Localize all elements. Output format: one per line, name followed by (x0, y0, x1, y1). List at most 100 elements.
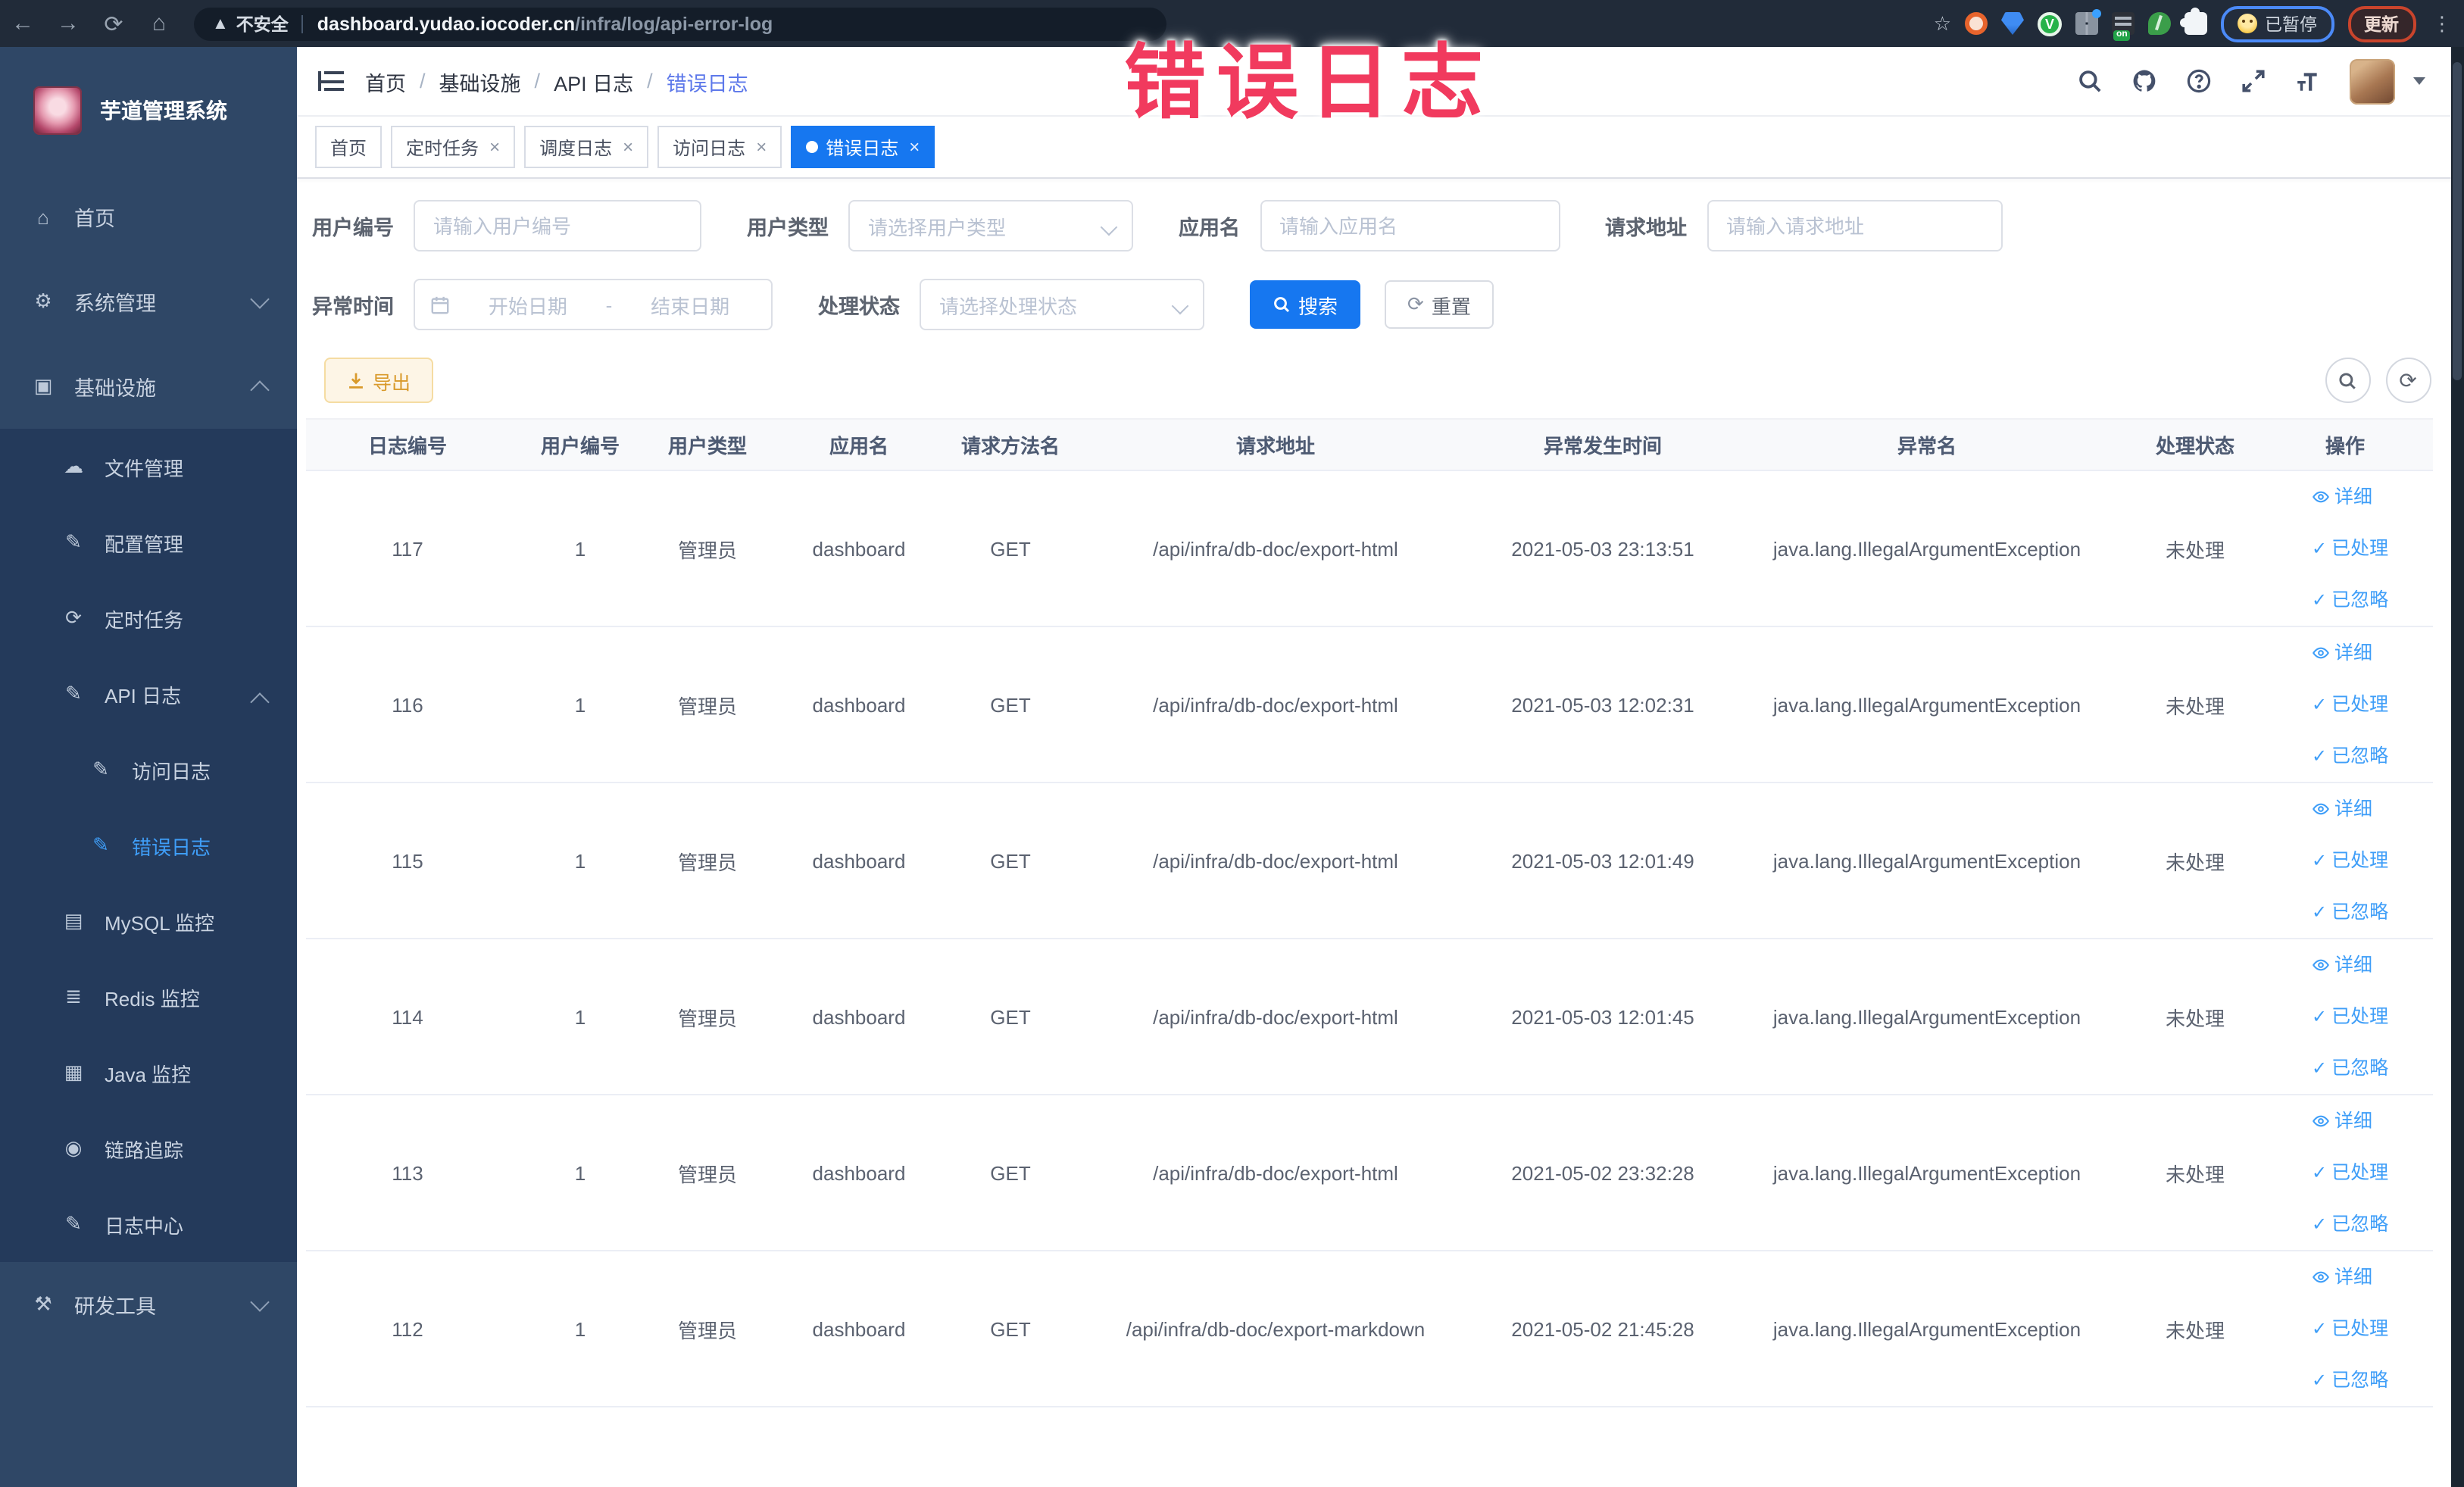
sidebar-item-api-log[interactable]: ✎ API 日志 (0, 656, 297, 732)
window-scrollbar[interactable] (2450, 47, 2464, 1487)
sidebar-item-mysql[interactable]: ▤ MySQL 监控 (0, 883, 297, 959)
export-button[interactable]: 导出 (324, 358, 434, 403)
extension-v-icon[interactable]: V (2038, 11, 2062, 36)
action-已处理[interactable]: ✓ 已处理 (2312, 523, 2433, 574)
sidebar-item-access-log[interactable]: ✎ 访问日志 (0, 732, 297, 808)
action-已忽略[interactable]: ✓ 已忽略 (2312, 730, 2433, 781)
refresh-table-button[interactable]: ⟳ (2385, 358, 2431, 403)
tab-定时任务[interactable]: 定时任务 × (391, 126, 516, 168)
action-已处理[interactable]: ✓ 已处理 (2312, 1147, 2433, 1198)
sidebar-item-tools[interactable]: ⚒ 研发工具 (0, 1262, 297, 1347)
action-已处理[interactable]: ✓ 已处理 (2312, 679, 2433, 730)
breadcrumb-home[interactable]: 首页 (365, 66, 406, 96)
table-row: 112 1 管理员 dashboard GET/api/infra/db-doc/exp… (306, 1251, 2433, 1407)
breadcrumb-infra[interactable]: 基础设施 (439, 66, 521, 96)
sidebar-item-redis[interactable]: ≣ Redis 监控 (0, 959, 297, 1035)
user-type-select[interactable]: 请选择用户类型 (848, 200, 1133, 251)
tab-label: 错误日志 (826, 137, 899, 158)
exception-time-range-picker[interactable]: 开始日期 - 结束日期 (414, 279, 773, 330)
bookmark-star-icon[interactable]: ☆ (1934, 11, 1951, 36)
cell-time: 2021-05-03 12:02:31 (1485, 626, 1721, 783)
app-name-input[interactable] (1260, 200, 1560, 251)
tab-错误日志[interactable]: 错误日志 × (791, 126, 935, 168)
action-已处理[interactable]: ✓ 已处理 (2312, 991, 2433, 1042)
sidebar-item-trace[interactable]: ◉ 链路追踪 (0, 1111, 297, 1186)
back-icon[interactable]: ← (0, 11, 45, 36)
sidebar-item-java[interactable]: ▦ Java 监控 (0, 1035, 297, 1111)
app-logo-row[interactable]: 芋道管理系统 (0, 47, 297, 174)
action-已处理[interactable]: ✓ 已处理 (2312, 835, 2433, 886)
extension-on-badge-icon[interactable] (2112, 12, 2135, 41)
close-icon[interactable]: × (623, 136, 633, 158)
extension-grid-icon[interactable] (2075, 9, 2101, 35)
fullscreen-icon[interactable] (2240, 67, 2267, 95)
action-已忽略[interactable]: ✓ 已忽略 (2312, 886, 2433, 937)
reload-icon[interactable]: ⟳ (91, 10, 136, 37)
close-icon[interactable]: × (909, 136, 920, 158)
action-详细[interactable]: 详细 (2312, 1095, 2433, 1147)
extension-sprout-icon[interactable] (2148, 12, 2171, 35)
cell-id: 117 (306, 470, 509, 627)
reset-button[interactable]: ⟳ 重置 (1385, 280, 1494, 329)
sidebar-item-home[interactable]: ⌂ 首页 (0, 174, 297, 259)
action-已处理[interactable]: ✓ 已处理 (2312, 1303, 2433, 1354)
breadcrumb-api-log[interactable]: API 日志 (554, 66, 633, 96)
action-详细[interactable]: 详细 (2312, 1251, 2433, 1303)
action-详细[interactable]: 详细 (2312, 783, 2433, 835)
end-date-placeholder: 结束日期 (651, 295, 730, 317)
sidebar-item-log-center[interactable]: ✎ 日志中心 (0, 1186, 297, 1262)
request-url-input[interactable] (1707, 200, 2002, 251)
extension-orange-icon[interactable] (1965, 12, 1988, 35)
sidebar-item-label: MySQL 监控 (105, 911, 214, 934)
action-已忽略[interactable]: ✓ 已忽略 (2312, 1198, 2433, 1249)
action-已忽略[interactable]: ✓ 已忽略 (2312, 1042, 2433, 1093)
paused-extension-pill[interactable]: 已暂停 (2221, 5, 2334, 42)
browser-menu-icon[interactable]: ⋮ (2432, 11, 2452, 36)
action-详细[interactable]: 详细 (2312, 471, 2433, 523)
main-panel: 首页 / 基础设施 / API 日志 / 错误日志 首页 定时任务 × 调度日志… (297, 47, 2464, 1487)
action-已忽略[interactable]: ✓ 已忽略 (2312, 574, 2433, 625)
hamburger-icon[interactable] (318, 71, 344, 91)
eye-icon (2312, 488, 2330, 506)
log-center-icon: ✎ (65, 1212, 82, 1235)
chevron-down-icon (250, 289, 270, 309)
search-icon[interactable] (2076, 67, 2103, 95)
home-browser-icon[interactable]: ⌂ (136, 11, 182, 36)
sidebar-item-gear[interactable]: ⚙ 系统管理 (0, 259, 297, 344)
cell-app: dashboard (764, 626, 954, 783)
action-详细[interactable]: 详细 (2312, 627, 2433, 679)
extension-pin-icon[interactable] (2001, 12, 2024, 35)
extensions-puzzle-icon[interactable] (2180, 8, 2207, 35)
process-status-select[interactable]: 请选择处理状态 (920, 279, 1204, 330)
action-详细[interactable]: 详细 (2312, 939, 2433, 991)
forward-icon[interactable]: → (45, 11, 91, 36)
sidebar-item-monitor[interactable]: ▣ 基础设施 (0, 344, 297, 429)
sidebar-item-file[interactable]: ☁ 文件管理 (0, 429, 297, 505)
cell-method: GET (954, 1095, 1066, 1251)
tab-首页[interactable]: 首页 (315, 126, 383, 168)
user-avatar[interactable] (2349, 58, 2394, 104)
scrollbar-thumb[interactable] (2453, 62, 2462, 380)
page: ← → ⟳ ⌂ ▲ 不安全 dashboard.yudao.iocoder.cn… (0, 0, 2464, 1487)
sidebar-item-task[interactable]: ⟳ 定时任务 (0, 580, 297, 656)
close-icon[interactable]: × (756, 136, 767, 158)
github-icon[interactable] (2131, 67, 2158, 95)
sidebar-item-error-log[interactable]: ✎ 错误日志 (0, 808, 297, 883)
user-id-input[interactable] (414, 200, 701, 251)
search-button[interactable]: 搜索 (1250, 280, 1361, 329)
chevron-down-icon (1100, 218, 1118, 236)
chevron-down-icon (250, 1292, 270, 1312)
cell-actions: 详细 ✓ 已处理 ✓ 已忽略 (2257, 470, 2433, 627)
sidebar-item-config[interactable]: ✎ 配置管理 (0, 505, 297, 580)
task-icon: ⟳ (65, 606, 82, 629)
font-size-icon[interactable] (2294, 67, 2322, 95)
action-已忽略[interactable]: ✓ 已忽略 (2312, 1354, 2433, 1405)
avatar-caret-icon[interactable] (2412, 77, 2425, 85)
toggle-search-button[interactable] (2325, 358, 2370, 403)
close-icon[interactable]: × (489, 136, 500, 158)
tab-访问日志[interactable]: 访问日志 × (657, 126, 782, 168)
browser-update-button[interactable]: 更新 (2347, 5, 2416, 42)
help-icon[interactable] (2185, 67, 2213, 95)
tab-调度日志[interactable]: 调度日志 × (524, 126, 649, 168)
address-bar[interactable]: ▲ 不安全 dashboard.yudao.iocoder.cn/infra/l… (194, 7, 1166, 40)
